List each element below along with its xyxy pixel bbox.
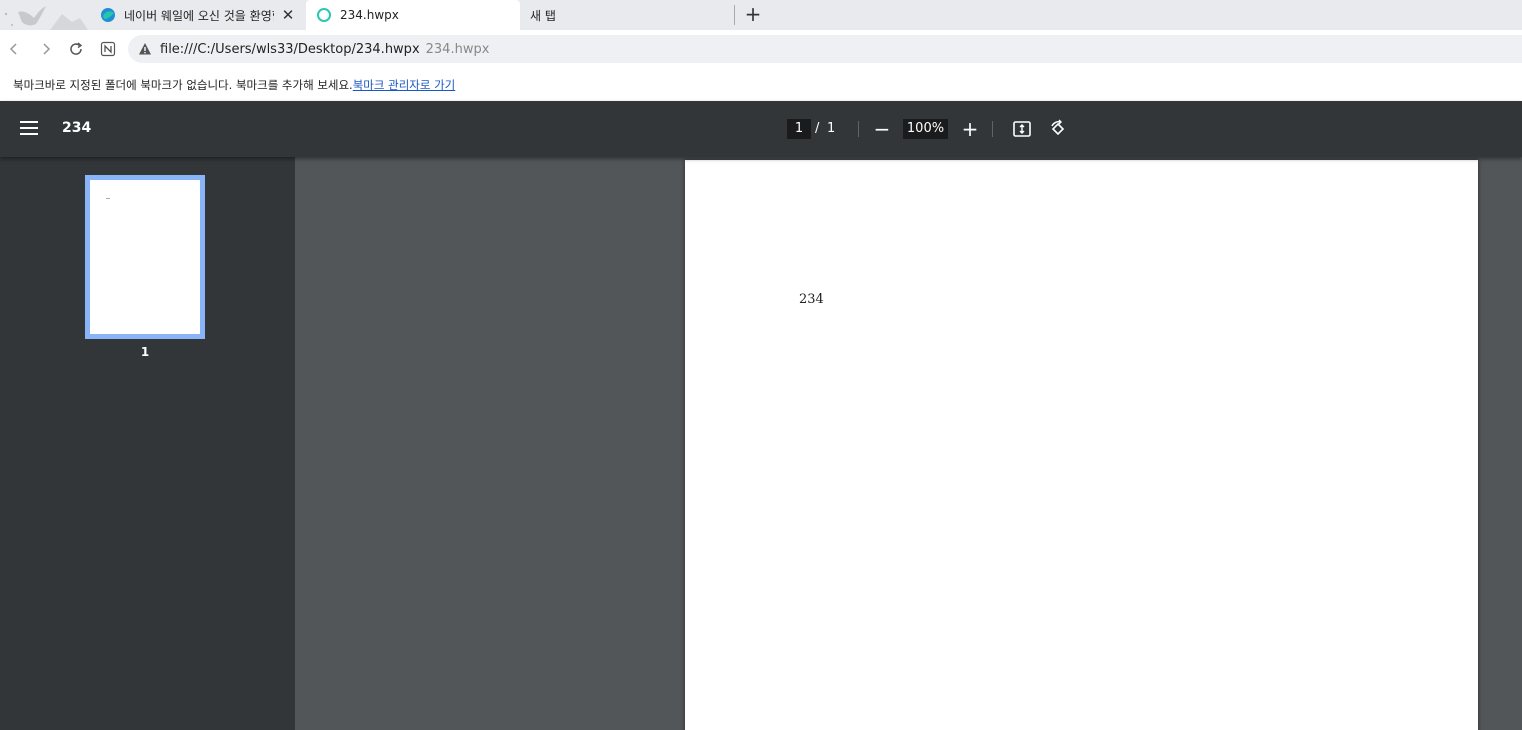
- reload-button[interactable]: [66, 39, 86, 59]
- fit-page-icon[interactable]: [1012, 119, 1032, 139]
- whale-logo: [0, 0, 88, 30]
- tab-strip: 네이버 웨일에 오신 것을 환영합니다 ✕ 234.hwpx 새 탭 +: [0, 0, 1522, 30]
- tab-naver-whale-welcome[interactable]: 네이버 웨일에 오신 것을 환영합니다 ✕: [90, 0, 304, 30]
- reload-icon: [70, 42, 83, 55]
- address-bar[interactable]: file:///C:/Users/wls33/Desktop/234.hwpx …: [128, 35, 1522, 63]
- page-content-text: 234: [799, 292, 824, 307]
- whale-favicon: [101, 8, 115, 22]
- page-total: 1: [827, 121, 836, 136]
- forward-icon: [43, 43, 51, 55]
- close-tab-icon[interactable]: ✕: [280, 7, 296, 23]
- document-viewer[interactable]: 234: [295, 157, 1522, 730]
- zoom-out-button[interactable]: −: [873, 119, 891, 139]
- tab-separator: [734, 5, 735, 25]
- tab-title: 네이버 웨일에 오신 것을 환영합니다: [124, 8, 274, 23]
- rotate-icon[interactable]: [1048, 119, 1068, 139]
- zoom-in-button[interactable]: +: [960, 119, 980, 139]
- toolbar-divider: [858, 121, 859, 137]
- warning-icon: [139, 43, 151, 55]
- tab-new-tab[interactable]: 새 탭: [520, 0, 734, 30]
- page-thumbnail[interactable]: [85, 175, 205, 339]
- tab-title: 새 탭: [530, 8, 556, 23]
- back-icon: [9, 43, 17, 55]
- loading-ring-icon: [317, 8, 331, 22]
- bookmark-empty-message: 북마크바로 지정된 폴더에 북마크가 없습니다. 북마크를 추가해 보세요.: [13, 77, 353, 92]
- document-title: 234: [62, 120, 92, 136]
- pdf-toolbar: 234 1 / 1 − 100% +: [0, 101, 1522, 157]
- tab-234-hwpx[interactable]: 234.hwpx: [306, 0, 520, 30]
- page-number-input[interactable]: 1: [787, 119, 811, 139]
- bookmark-manager-link[interactable]: 북마크 관리자로 가기: [353, 77, 456, 93]
- forward-button[interactable]: [36, 39, 56, 59]
- page-separator: /: [815, 121, 820, 136]
- bookmark-bar: 북마크바로 지정된 폴더에 북마크가 없습니다. 북마크를 추가해 보세요. 북마…: [0, 68, 1522, 101]
- zoom-input[interactable]: 100%: [903, 119, 948, 139]
- naver-button[interactable]: [98, 39, 118, 59]
- naver-n-icon: [100, 41, 116, 57]
- new-tab-button[interactable]: +: [742, 4, 764, 26]
- thumbnail-page-number: 1: [140, 345, 150, 359]
- toolbar-divider: [992, 121, 993, 137]
- back-button[interactable]: [4, 39, 24, 59]
- navigation-bar: file:///C:/Users/wls33/Desktop/234.hwpx …: [0, 30, 1522, 68]
- thumbnail-sidebar: 1: [0, 157, 295, 730]
- tab-title: 234.hwpx: [340, 8, 399, 22]
- url-page-title: 234.hwpx: [425, 41, 490, 57]
- url-text: file:///C:/Users/wls33/Desktop/234.hwpx: [160, 41, 420, 57]
- menu-icon[interactable]: [20, 121, 38, 137]
- document-page: 234: [685, 160, 1478, 730]
- thumbnail-text-mark: [106, 198, 110, 199]
